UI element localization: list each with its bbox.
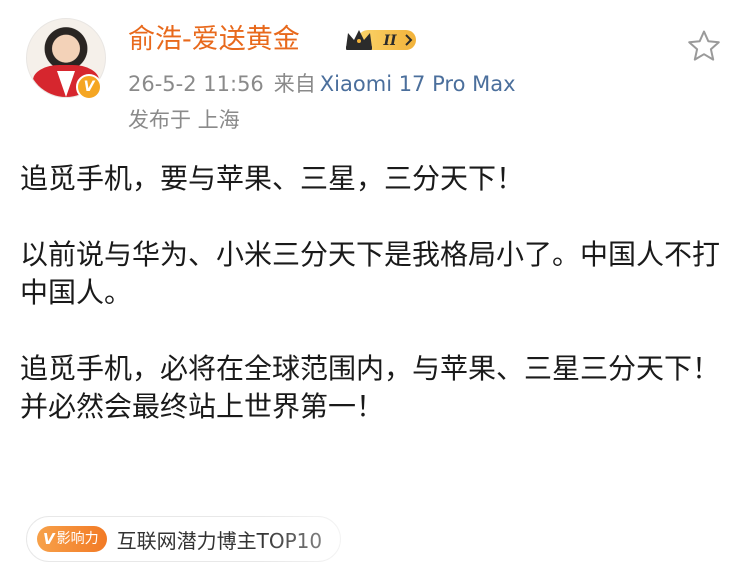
- post-header: V 俞浩-爱送黄金 II 26-5-2 11:56 来自 Xiaomi 17 Pro…: [0, 0, 740, 150]
- body-paragraph-2: 以前说与华为、小米三分天下是我格局小了。中国人不打中国人。: [20, 238, 721, 309]
- post-timestamp: 26-5-2 11:56: [128, 72, 264, 96]
- body-paragraph-1: 追觅手机，要与苹果、三星，三分天下！: [20, 162, 525, 195]
- influence-tag[interactable]: V 影响力 互联网潜力博主TOP10: [26, 516, 342, 562]
- post-meta: 26-5-2 11:56 来自 Xiaomi 17 Pro Max: [128, 68, 516, 100]
- post-body: 追觅手机，要与苹果、三星，三分天下！ 以前说与华为、小米三分天下是我格局小了。中…: [20, 160, 726, 426]
- author-name[interactable]: 俞浩-爱送黄金: [128, 22, 300, 58]
- level-badge-icon[interactable]: II: [344, 26, 420, 54]
- post-location: 发布于 上海: [128, 108, 240, 132]
- star-outline-icon[interactable]: [686, 28, 722, 64]
- body-paragraph-3: 追觅手机，必将在全球范围内，与苹果、三星三分天下！: [20, 352, 721, 385]
- body-paragraph-4: 并必然会最终站上世界第一！: [20, 390, 385, 423]
- influence-tag-text: 互联网潜力博主TOP10: [116, 528, 323, 553]
- influence-pill-label: 影响力: [56, 531, 99, 547]
- influence-pill: V 影响力: [37, 526, 107, 552]
- source-prefix: 来自: [273, 72, 316, 96]
- influence-v-icon: V: [43, 530, 55, 548]
- level-badge-text: II: [382, 33, 397, 49]
- source-device[interactable]: Xiaomi 17 Pro Max: [320, 72, 516, 96]
- v-badge-icon: V: [76, 74, 102, 100]
